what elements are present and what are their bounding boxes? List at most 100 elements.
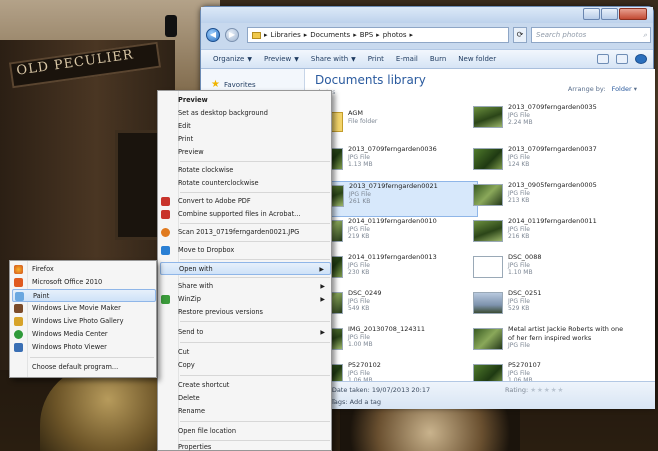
app-label: Microsoft Office 2010 bbox=[32, 278, 103, 286]
dropbox-icon bbox=[161, 246, 170, 255]
menu-item-edit[interactable]: Edit bbox=[158, 120, 331, 133]
chevron-right-icon: ▶ bbox=[320, 329, 325, 336]
menu-item-combine-acrobat[interactable]: Combine supported files in Acrobat... bbox=[158, 208, 331, 221]
file-item[interactable]: AGM File folder bbox=[313, 109, 478, 145]
app-media-center[interactable]: Windows Media Center bbox=[10, 328, 156, 341]
menu-item-open-with[interactable]: Open with ▶ bbox=[160, 262, 331, 275]
photo-viewer-icon bbox=[14, 343, 23, 352]
thumbnail bbox=[473, 328, 503, 350]
file-name: P5270102 bbox=[348, 361, 381, 369]
acrobat-combine-icon bbox=[161, 210, 170, 219]
maximize-button[interactable] bbox=[601, 8, 618, 20]
menu-item-winzip[interactable]: WinZip ▶ bbox=[158, 293, 331, 306]
menu-item-rotate-counterclockwise[interactable]: Rotate counterclockwise bbox=[158, 177, 331, 190]
movie-maker-icon bbox=[14, 304, 23, 313]
file-size: 124 KB bbox=[508, 161, 530, 168]
folder-icon bbox=[252, 31, 261, 39]
file-item[interactable]: DSC_0249 JPG File 549 KB bbox=[313, 289, 478, 325]
menu-label: Combine supported files in Acrobat... bbox=[178, 210, 301, 218]
menu-item-set-desktop-background[interactable]: Set as desktop background bbox=[158, 107, 331, 120]
file-type: JPG File bbox=[348, 225, 370, 233]
burn-button[interactable]: Burn bbox=[430, 55, 446, 63]
file-type: JPG File bbox=[508, 342, 530, 349]
menu-item-preview[interactable]: Preview bbox=[158, 146, 331, 159]
share-with-button[interactable]: Share with ▼ bbox=[311, 55, 356, 63]
file-item[interactable]: 2013_0709ferngarden0037 JPG File 124 KB bbox=[473, 145, 638, 181]
file-item[interactable]: 2014_0119ferngarden0013 JPG File 230 KB bbox=[313, 253, 478, 289]
file-item[interactable]: Metal artist Jackie Roberts with one of h… bbox=[473, 325, 645, 361]
new-folder-button[interactable]: New folder bbox=[458, 55, 496, 63]
refresh-button[interactable]: ⟳ bbox=[513, 27, 527, 43]
app-paint[interactable]: Paint bbox=[12, 289, 156, 302]
file-name: 2013_0719ferngarden0021 bbox=[349, 182, 438, 190]
forward-button[interactable]: ▶ bbox=[225, 28, 239, 42]
file-type: JPG File bbox=[508, 261, 530, 269]
address-bar[interactable]: ▸ Libraries ▸ Documents ▸ BPS ▸ photos ▸ bbox=[247, 27, 509, 43]
breadcrumb-bps[interactable]: BPS bbox=[360, 31, 373, 39]
nav-item-favorites[interactable]: ★ Favorites bbox=[211, 79, 256, 90]
breadcrumb-libraries[interactable]: Libraries bbox=[271, 31, 301, 39]
menu-item-scan[interactable]: Scan 2013_0719ferngarden0021.JPG bbox=[158, 226, 331, 239]
menu-item-delete[interactable]: Delete bbox=[158, 392, 331, 405]
menu-item-preview-default[interactable]: Preview bbox=[158, 94, 331, 107]
app-photo-gallery[interactable]: Windows Live Photo Gallery bbox=[10, 315, 156, 328]
menu-item-copy[interactable]: Copy bbox=[158, 359, 331, 372]
menu-item-move-to-dropbox[interactable]: Move to Dropbox bbox=[158, 244, 331, 257]
file-type: File folder bbox=[348, 117, 378, 125]
wallpaper-blossom bbox=[340, 405, 520, 451]
search-input[interactable]: Search photos ⌕ bbox=[531, 27, 651, 43]
app-movie-maker[interactable]: Windows Live Movie Maker bbox=[10, 302, 156, 315]
close-button[interactable] bbox=[619, 8, 647, 20]
menu-item-create-shortcut[interactable]: Create shortcut bbox=[158, 379, 331, 392]
file-item[interactable]: 2014_0119ferngarden0011 JPG File 216 KB bbox=[473, 217, 638, 253]
thumbnail bbox=[473, 256, 503, 278]
menu-separator bbox=[180, 342, 330, 343]
menu-separator bbox=[180, 241, 330, 242]
file-type: JPG File bbox=[508, 111, 530, 119]
menu-item-cut[interactable]: Cut bbox=[158, 346, 331, 359]
tags-input[interactable]: Add a tag bbox=[350, 398, 381, 406]
view-options-icon[interactable] bbox=[597, 54, 609, 64]
share-label: Share with bbox=[310, 55, 349, 63]
app-office[interactable]: Microsoft Office 2010 bbox=[10, 276, 156, 289]
menu-item-convert-pdf[interactable]: Convert to Adobe PDF bbox=[158, 195, 331, 208]
menu-item-restore-previous[interactable]: Restore previous versions bbox=[158, 306, 331, 319]
chevron-down-icon: ▾ bbox=[633, 85, 637, 93]
app-photo-viewer[interactable]: Windows Photo Viewer bbox=[10, 341, 156, 354]
file-size: 213 KB bbox=[508, 197, 530, 204]
menu-item-print[interactable]: Print bbox=[158, 133, 331, 146]
file-item[interactable]: 2014_0119ferngarden0010 JPG File 219 KB bbox=[313, 217, 478, 253]
back-button[interactable]: ◀ bbox=[206, 28, 220, 42]
file-item[interactable]: 2013_0709ferngarden0036 JPG File 1.13 MB bbox=[313, 145, 478, 181]
minimize-button[interactable] bbox=[583, 8, 600, 20]
file-type: JPG File bbox=[349, 190, 371, 198]
menu-item-rename[interactable]: Rename bbox=[158, 405, 331, 418]
menu-item-open-file-location[interactable]: Open file location bbox=[158, 425, 331, 438]
file-type: JPG File bbox=[508, 153, 530, 161]
file-item[interactable]: 2013_0905ferngarden0005 JPG File 213 KB bbox=[473, 181, 638, 217]
file-item[interactable]: DSC_0088 JPG File 1.10 MB bbox=[473, 253, 638, 289]
help-icon[interactable] bbox=[635, 54, 647, 64]
arrange-dropdown[interactable]: Folder bbox=[612, 85, 632, 93]
file-name: 2014_0119ferngarden0010 bbox=[348, 217, 437, 225]
breadcrumb-documents[interactable]: Documents bbox=[310, 31, 350, 39]
preview-pane-icon[interactable] bbox=[616, 54, 628, 64]
menu-item-properties[interactable]: Properties bbox=[158, 441, 331, 451]
app-label: Windows Live Movie Maker bbox=[32, 304, 121, 312]
file-item[interactable]: DSC_0251 JPG File 529 KB bbox=[473, 289, 638, 325]
email-button[interactable]: E-mail bbox=[396, 55, 418, 63]
menu-item-rotate-clockwise[interactable]: Rotate clockwise bbox=[158, 164, 331, 177]
file-item[interactable]: IMG_20130708_124311 JPG File 1.00 MB bbox=[313, 325, 478, 361]
choose-default-program[interactable]: Choose default program... bbox=[10, 361, 156, 374]
organize-button[interactable]: Organize ▼ bbox=[213, 55, 252, 63]
file-item-selected[interactable]: 2013_0719ferngarden0021 JPG File 261 KB bbox=[313, 181, 478, 217]
menu-item-share-with[interactable]: Share with ▶ bbox=[158, 280, 331, 293]
file-item[interactable]: 2013_0709ferngarden0035 JPG File 2.24 MB bbox=[473, 103, 638, 139]
chevron-down-icon: ▼ bbox=[351, 56, 356, 63]
app-firefox[interactable]: Firefox bbox=[10, 263, 156, 276]
rating-stars[interactable]: ★★★★★ bbox=[530, 386, 564, 394]
menu-item-send-to[interactable]: Send to ▶ bbox=[158, 326, 331, 339]
preview-button[interactable]: Preview ▼ bbox=[264, 55, 299, 63]
breadcrumb-photos[interactable]: photos bbox=[383, 31, 407, 39]
print-button[interactable]: Print bbox=[368, 55, 384, 63]
